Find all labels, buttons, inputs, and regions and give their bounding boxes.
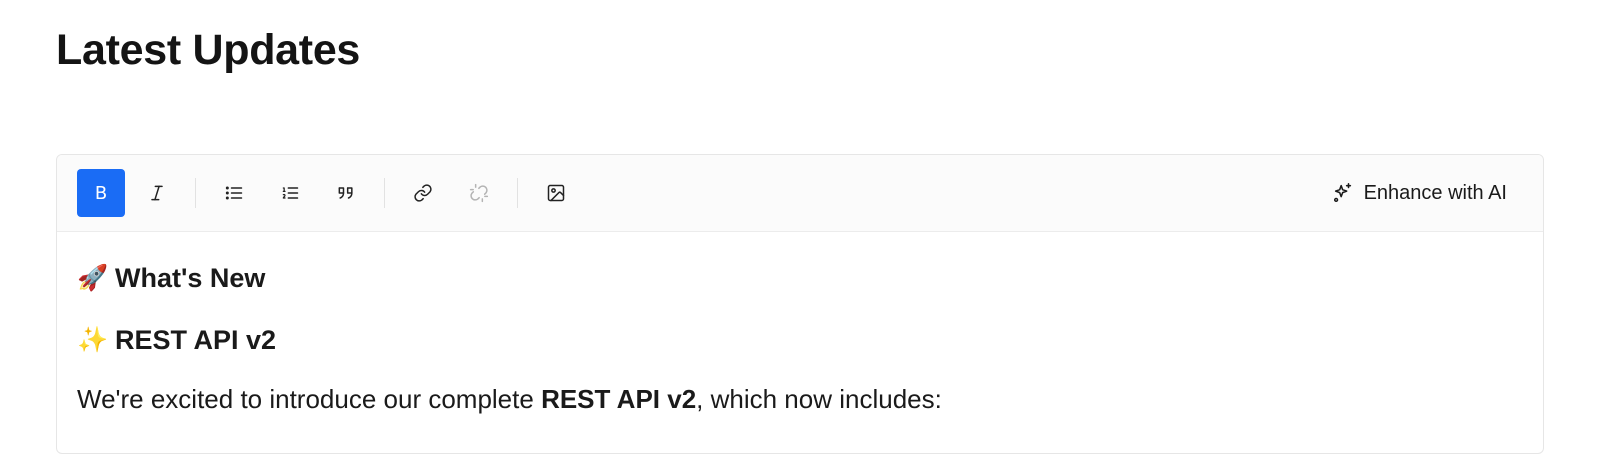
toolbar-divider xyxy=(195,178,196,208)
intro-paragraph: We're excited to introduce our complete … xyxy=(77,384,1523,415)
image-button[interactable] xyxy=(532,169,580,217)
enhance-with-ai-button[interactable]: Enhance with AI xyxy=(1332,177,1507,209)
heading-text: REST API v2 xyxy=(115,324,277,355)
italic-button[interactable] xyxy=(133,169,181,217)
bullet-list-icon xyxy=(225,186,243,200)
sparkles-icon xyxy=(1333,183,1351,203)
paragraph-bold: REST API v2 xyxy=(541,384,697,414)
quote-icon xyxy=(338,187,353,199)
bullet-list-button[interactable] xyxy=(210,169,258,217)
rich-text-editor: B Enhance with AI 🚀 What's New ✨ REST AP… xyxy=(56,154,1544,454)
unlink-icon xyxy=(469,183,489,203)
link-button[interactable] xyxy=(399,169,447,217)
heading-text: What's New xyxy=(115,262,266,293)
toolbar-divider xyxy=(384,178,385,208)
page-title: Latest Updates xyxy=(56,26,361,74)
editor-toolbar: B Enhance with AI xyxy=(57,155,1543,232)
rocket-icon: 🚀 xyxy=(77,263,109,292)
ordered-list-button[interactable] xyxy=(266,169,314,217)
paragraph-prefix: We're excited to introduce our complete xyxy=(77,384,542,414)
sparkles-emoji-icon: ✨ xyxy=(77,325,109,354)
image-icon xyxy=(547,184,565,202)
link-icon xyxy=(414,184,432,202)
italic-icon xyxy=(151,185,163,201)
bold-button[interactable]: B xyxy=(77,169,125,217)
blockquote-button[interactable] xyxy=(322,169,370,217)
editor-content[interactable]: 🚀 What's New ✨ REST API v2 We're excited… xyxy=(57,232,1543,415)
toolbar-divider xyxy=(517,178,518,208)
enhance-label: Enhance with AI xyxy=(1363,181,1507,204)
ordered-list-icon xyxy=(282,187,299,199)
heading-whats-new: 🚀 What's New xyxy=(77,258,1523,298)
bold-label: B xyxy=(94,182,108,204)
unlink-button[interactable] xyxy=(455,169,503,217)
paragraph-suffix: , which now includes: xyxy=(696,384,942,414)
heading-rest-api: ✨ REST API v2 xyxy=(77,320,1523,360)
